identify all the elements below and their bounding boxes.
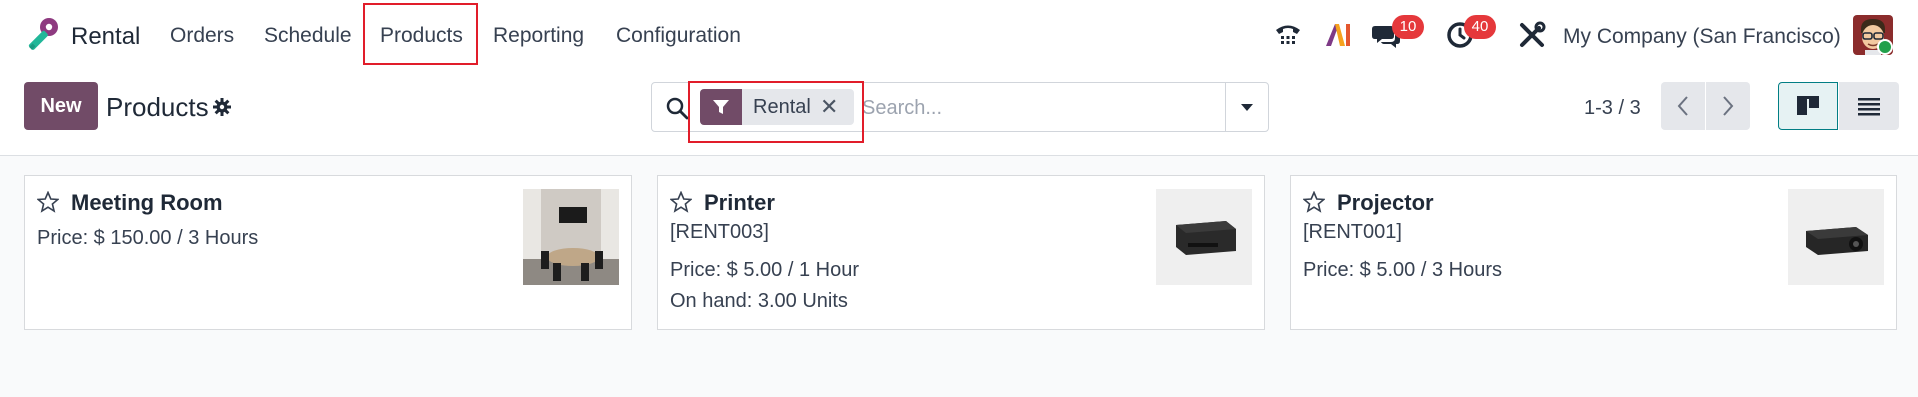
favorite-star-icon[interactable] [1303,191,1325,213]
pager-next-button[interactable] [1706,82,1750,130]
kanban-view-icon [1797,96,1819,115]
messages-badge: 10 [1392,15,1424,39]
rental-facet-highlight [688,81,864,143]
printer-image [1156,189,1252,285]
product-card-meeting-room[interactable]: Meeting Room Price: $ 150.00 / 3 Hours [24,175,632,330]
company-switcher[interactable]: My Company (San Francisco) [1563,25,1841,49]
projector-image [1788,189,1884,285]
page-title: Products [106,92,209,122]
menu-schedule[interactable]: Schedule [264,24,352,48]
meeting-room-image [523,189,619,285]
product-name: Projector [1337,190,1434,215]
gear-icon[interactable] [213,98,231,116]
favorite-star-icon[interactable] [37,191,59,213]
search-input[interactable] [862,92,1222,124]
pager-value[interactable]: 1-3 / 3 [1584,97,1641,120]
caret-down-icon[interactable] [1236,96,1258,118]
phone-icon[interactable] [1273,20,1303,50]
favorite-star-icon[interactable] [670,191,692,213]
product-reference: [RENT001] [1303,221,1402,243]
product-name: Printer [704,190,775,215]
products-menu-highlight [363,3,478,65]
menu-reporting[interactable]: Reporting [493,24,584,48]
product-card-printer[interactable]: Printer [RENT003] Price: $ 5.00 / 1 Hour… [657,175,1265,330]
product-price: Price: $ 5.00 / 3 Hours [1303,259,1502,281]
rental-key-icon[interactable] [22,15,62,55]
list-view-button[interactable] [1839,82,1899,130]
chevron-left-icon [1677,96,1688,116]
online-status-dot [1877,39,1893,55]
product-price: Price: $ 5.00 / 1 Hour [670,259,859,281]
list-view-icon [1858,98,1880,116]
menu-orders[interactable]: Orders [170,24,234,48]
tools-icon[interactable] [1517,20,1547,50]
product-name: Meeting Room [71,190,223,215]
search-divider [1225,83,1226,131]
new-button[interactable]: New [24,82,98,130]
ai-assistant-icon[interactable] [1323,20,1353,50]
app-name[interactable]: Rental [71,23,140,51]
product-price: Price: $ 150.00 / 3 Hours [37,227,259,249]
activities-badge: 40 [1464,15,1496,39]
kanban-view-button[interactable] [1778,82,1838,130]
product-onhand: On hand: 3.00 Units [670,290,848,312]
pager-previous-button[interactable] [1661,82,1705,130]
product-card-projector[interactable]: Projector [RENT001] Price: $ 5.00 / 3 Ho… [1290,175,1897,330]
top-navbar: Rental Orders Schedule Products Reportin… [0,0,1918,73]
search-icon[interactable] [665,96,689,120]
menu-configuration[interactable]: Configuration [616,24,741,48]
product-reference: [RENT003] [670,221,769,243]
chevron-right-icon [1723,96,1734,116]
